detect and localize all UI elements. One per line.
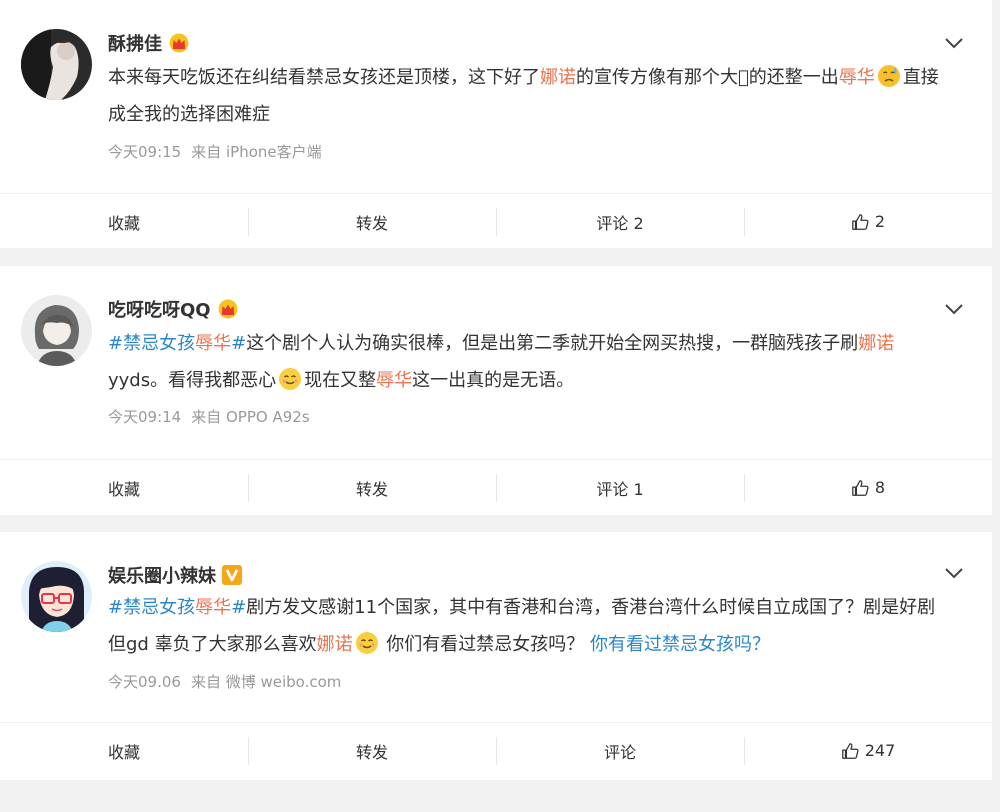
like-count: 247: [864, 741, 896, 760]
like-button[interactable]: 8: [744, 473, 992, 502]
action-bar: 收藏 转发 评论 247: [0, 722, 992, 778]
comment-label: 评论 2: [596, 213, 644, 233]
topic-tag[interactable]: #禁忌女孩: [108, 333, 195, 354]
like-count: 8: [874, 478, 886, 497]
favorite-label: 收藏: [107, 479, 140, 499]
topic-tag[interactable]: #: [231, 597, 246, 618]
username[interactable]: 娱乐圈小辣妹: [108, 562, 216, 588]
highlight-term: 辱华: [376, 370, 413, 391]
highlight-term: 娜诺: [858, 333, 895, 354]
highlight-term: 辱华: [838, 67, 875, 88]
highlight-term: 辱华: [195, 333, 232, 354]
text-segment: 这一出真的是无语。: [412, 370, 575, 391]
crown-icon: [168, 33, 190, 53]
smile-emoji-icon: [278, 367, 302, 391]
avatar[interactable]: [21, 29, 92, 100]
source: 来自 iPhone客户端: [191, 143, 322, 161]
comment-label: 评论 1: [596, 479, 644, 499]
post-card: 娱乐圈小辣妹 #禁忌女孩辱华#剧方发文感谢11个国家，其中有香港和台湾，香港台湾…: [0, 532, 992, 780]
sweat-emoji-icon: [877, 64, 901, 88]
highlight-term: 辱华: [195, 597, 232, 618]
username[interactable]: 吃呀吃呀QQ: [108, 296, 211, 322]
timestamp[interactable]: 今天09.06: [108, 673, 181, 691]
verified-v-icon: [222, 565, 242, 585]
user-row: 酥拂佳: [108, 30, 190, 56]
comment-button[interactable]: 评论: [496, 736, 744, 765]
post-text: #禁忌女孩辱华#这个剧个人认为确实很棒，但是出第二季就开始全网买热搜，一群脑残孩…: [108, 325, 952, 399]
text-segment: 这个剧个人认为确实很棒，但是出第二季就开始全网买热搜，一群脑残孩子刷: [246, 333, 859, 354]
topic-tag[interactable]: #禁忌女孩: [108, 597, 195, 618]
repost-button[interactable]: 转发: [248, 736, 496, 765]
action-bar: 收藏 转发 评论 2 2: [0, 193, 992, 249]
like-button[interactable]: 247: [744, 736, 992, 765]
text-segment: 现在又整: [304, 370, 377, 391]
favorite-label: 收藏: [107, 213, 140, 233]
text-segment: 你们有看过禁忌女孩吗？: [380, 634, 591, 655]
timestamp[interactable]: 今天09:15: [108, 143, 181, 161]
post-meta: 今天09:14 来自 OPPO A92s: [108, 406, 310, 427]
user-row: 娱乐圈小辣妹: [108, 562, 242, 588]
chevron-down-icon[interactable]: [944, 566, 964, 580]
question-link[interactable]: 你有看过禁忌女孩吗？: [590, 634, 770, 655]
chevron-down-icon[interactable]: [944, 302, 964, 316]
source: 来自 微博 weibo.com: [190, 673, 342, 691]
smile-emoji-icon: [355, 631, 379, 655]
repost-label: 转发: [355, 479, 388, 499]
text-segment: 本来每天吃饭还在纠结看禁忌女孩还是顶楼，这下好了: [108, 67, 540, 88]
username[interactable]: 酥拂佳: [108, 30, 162, 56]
post-meta: 今天09.06 来自 微博 weibo.com: [108, 671, 341, 692]
action-bar: 收藏 转发 评论 1 8: [0, 459, 992, 515]
post-card: 吃呀吃呀QQ #禁忌女孩辱华#这个剧个人认为确实很棒，但是出第二季就开始全网买热…: [0, 266, 992, 515]
text-segment: yyds。看得我都恶心: [108, 370, 277, 391]
like-button[interactable]: 2: [744, 207, 992, 236]
source: 来自 OPPO A92s: [191, 408, 310, 426]
avatar[interactable]: [21, 561, 92, 632]
post-text: 本来每天吃饭还在纠结看禁忌女孩还是顶楼，这下好了娜诺的宣传方像有那个大𫠠的还整一…: [108, 59, 952, 133]
comment-button[interactable]: 评论 2: [496, 207, 744, 236]
chevron-down-icon[interactable]: [944, 36, 964, 50]
highlight-term: 娜诺: [316, 634, 353, 655]
post-meta: 今天09:15 来自 iPhone客户端: [108, 141, 322, 162]
crown-icon: [217, 299, 239, 319]
thumbs-up-icon: [851, 479, 869, 497]
comment-button[interactable]: 评论 1: [496, 473, 744, 502]
repost-label: 转发: [355, 213, 388, 233]
favorite-button[interactable]: 收藏: [0, 210, 248, 234]
like-count: 2: [874, 212, 886, 231]
repost-label: 转发: [355, 742, 388, 762]
repost-button[interactable]: 转发: [248, 473, 496, 502]
favorite-label: 收藏: [107, 742, 140, 762]
thumbs-up-icon: [851, 213, 869, 231]
avatar[interactable]: [21, 295, 92, 366]
user-row: 吃呀吃呀QQ: [108, 296, 239, 322]
favorite-button[interactable]: 收藏: [0, 739, 248, 763]
favorite-button[interactable]: 收藏: [0, 476, 248, 500]
highlight-term: 娜诺: [540, 67, 576, 88]
repost-button[interactable]: 转发: [248, 207, 496, 236]
post-card: 酥拂佳 本来每天吃饭还在纠结看禁忌女孩还是顶楼，这下好了娜诺的宣传方像有那个大𫠠…: [0, 0, 992, 248]
text-segment: 的宣传方像有那个大𫠠的还整一出: [576, 67, 839, 88]
comment-label: 评论: [603, 742, 636, 762]
post-text: #禁忌女孩辱华#剧方发文感谢11个国家，其中有香港和台湾，香港台湾什么时候自立成…: [108, 589, 952, 663]
timestamp[interactable]: 今天09:14: [108, 408, 181, 426]
topic-tag[interactable]: #: [231, 333, 246, 354]
thumbs-up-icon: [841, 742, 859, 760]
